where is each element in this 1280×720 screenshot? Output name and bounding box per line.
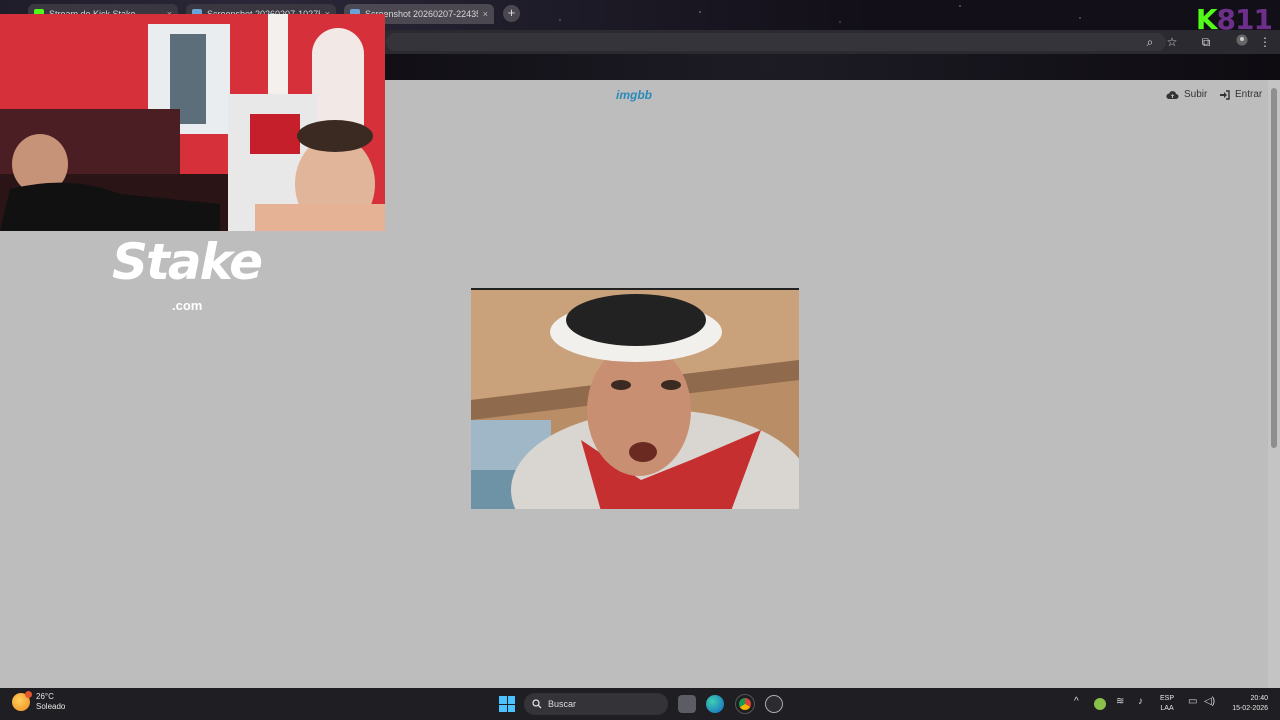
kick-badge-overlay: K 811 (1195, 2, 1273, 36)
sign-in-icon (1220, 89, 1230, 100)
bookmark-star-icon[interactable]: ☆ (1164, 34, 1180, 50)
uploaded-screenshot-image[interactable] (471, 288, 799, 509)
new-tab-button[interactable]: + (503, 5, 520, 22)
upload-link[interactable]: Subir (1166, 89, 1207, 100)
edge-browser-icon[interactable] (706, 695, 724, 713)
extensions-icon[interactable]: ⧉ (1198, 34, 1214, 50)
imgbb-logo[interactable]: imgbb (616, 88, 652, 102)
task-view-icon[interactable] (678, 695, 696, 713)
microphone-icon[interactable]: ♪ (1138, 696, 1143, 707)
show-hidden-icons-chevron-icon[interactable]: ^ (1074, 696, 1079, 707)
stake-domain: .com (172, 298, 203, 313)
clock-date: 15-02-2026 (1232, 705, 1268, 712)
display-icon[interactable]: ▭ (1188, 696, 1197, 707)
streamer-webcam-overlay (0, 14, 385, 231)
language-indicator[interactable]: ESP LAA (1160, 694, 1174, 714)
zoom-icon[interactable]: ⌕ (1142, 34, 1158, 50)
clock-time: 20:40 (1250, 695, 1268, 702)
login-link[interactable]: Entrar (1219, 89, 1262, 100)
sun-weather-icon (12, 691, 32, 711)
page-scrollbar[interactable] (1268, 80, 1280, 688)
kick-badge-number: 811 (1216, 2, 1273, 36)
lang-layout: LAA (1160, 705, 1174, 712)
browser-menu-icon[interactable]: ⋮ (1257, 34, 1273, 50)
screenshot-photo (471, 290, 799, 509)
weather-condition: Soleado (36, 702, 66, 711)
stake-wordmark: Stake (112, 233, 263, 291)
network-icon[interactable]: ≋ (1116, 696, 1124, 707)
webcam-feed (0, 14, 385, 231)
close-icon[interactable]: × (483, 9, 488, 19)
lang-code: ESP (1160, 695, 1175, 702)
tray-app-icon[interactable] (1094, 698, 1106, 710)
address-bar[interactable] (386, 33, 1166, 51)
profile-icon[interactable] (1234, 34, 1250, 50)
kick-logo-letter: K (1195, 2, 1218, 36)
search-icon (532, 699, 542, 709)
taskbar-search[interactable]: Buscar (524, 693, 668, 715)
windows-taskbar: 26°C Soleado Buscar ^ ≋ ♪ ESP LAA ▭ ◁) 2… (0, 688, 1280, 720)
weather-widget[interactable]: 26°C Soleado (12, 691, 66, 712)
upload-label: Subir (1184, 89, 1208, 100)
cloud-upload-icon (1166, 90, 1179, 99)
screen: Stream de Kick Stake × Screenshot 202602… (0, 0, 1280, 720)
weather-temp: 26°C (36, 692, 54, 701)
scrollbar-thumb[interactable] (1271, 88, 1277, 448)
windows-start-icon[interactable] (499, 696, 515, 712)
system-clock[interactable]: 20:40 15-02-2026 (1224, 694, 1268, 714)
volume-icon[interactable]: ◁) (1204, 696, 1215, 707)
login-label: Entrar (1235, 89, 1263, 100)
search-placeholder: Buscar (548, 699, 577, 709)
obs-app-icon[interactable] (765, 695, 783, 713)
chrome-browser-icon[interactable] (735, 694, 755, 714)
stake-sponsor-logo: Stake .com (112, 233, 263, 313)
